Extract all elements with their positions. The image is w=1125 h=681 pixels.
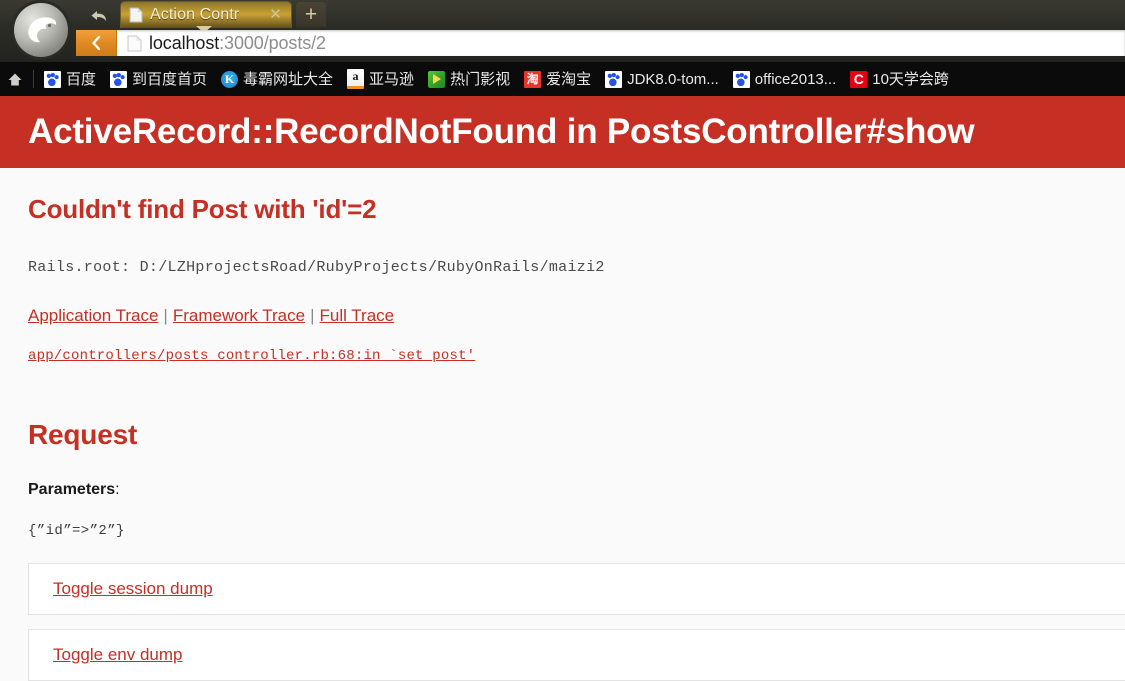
bookmark-label: 热门影视 bbox=[450, 70, 511, 88]
new-tab-button[interactable]: + bbox=[296, 2, 326, 27]
bookmark-item-amazon[interactable]: a 亚马逊 bbox=[340, 62, 421, 96]
application-trace-link[interactable]: Application Trace bbox=[28, 306, 158, 325]
bookmark-item-baidu-home[interactable]: 到百度首页 bbox=[103, 62, 214, 96]
bookmark-item-taobao[interactable]: 淘 爱淘宝 bbox=[517, 62, 598, 96]
address-bar[interactable]: localhost:3000/posts/2 bbox=[76, 30, 1125, 56]
plus-icon: + bbox=[304, 3, 318, 26]
bookmark-label: JDK8.0-tom... bbox=[627, 70, 719, 88]
bookmark-label: 毒霸网址大全 bbox=[243, 70, 334, 88]
toggle-session-dump-link[interactable]: Toggle session dump bbox=[53, 579, 213, 599]
request-section-title: Request bbox=[28, 419, 138, 450]
trace-file-link[interactable]: app/controllers/posts_controller.rb:68:i… bbox=[28, 348, 475, 364]
back-arrow-button[interactable] bbox=[84, 4, 114, 28]
bookmarks-bar: 百度 到百度首页 K 毒霸网址大全 a 亚马逊 热门影视 淘 爱淘宝 JDK8.… bbox=[0, 62, 1125, 96]
bookmark-label: 亚马逊 bbox=[369, 70, 415, 88]
env-dump-box: Toggle env dump bbox=[28, 629, 1125, 681]
bookmark-item-duba[interactable]: K 毒霸网址大全 bbox=[214, 62, 340, 96]
cctalk-c-icon: C bbox=[850, 70, 868, 88]
browser-logo bbox=[4, 0, 78, 60]
bookmark-label: 10天学会跨 bbox=[872, 70, 949, 88]
url-path: :3000/posts/2 bbox=[219, 32, 326, 53]
toggle-env-dump-link[interactable]: Toggle env dump bbox=[53, 645, 182, 665]
trace-line: app/controllers/posts_controller.rb:68:i… bbox=[28, 326, 1097, 364]
address-back-button[interactable] bbox=[76, 30, 117, 56]
bookmark-label: office2013... bbox=[754, 70, 837, 88]
framework-trace-link[interactable]: Framework Trace bbox=[173, 306, 305, 325]
taobao-icon: 淘 bbox=[524, 70, 542, 88]
bookmark-home-button[interactable] bbox=[0, 62, 30, 96]
kingsoft-k-icon: K bbox=[221, 70, 239, 88]
rails-error-page: ActiveRecord::RecordNotFound in PostsCon… bbox=[0, 96, 1125, 681]
cheetah-browser-logo-icon bbox=[14, 3, 68, 57]
bookmark-item-video[interactable]: 热门影视 bbox=[421, 62, 517, 96]
address-url[interactable]: localhost:3000/posts/2 bbox=[149, 33, 326, 54]
address-favicon-icon bbox=[127, 35, 142, 51]
baidu-paw-icon bbox=[732, 70, 750, 88]
bookmark-label: 百度 bbox=[66, 70, 97, 88]
bookmark-item-baidu[interactable]: 百度 bbox=[37, 62, 103, 96]
parameters-label-text: Parameters bbox=[28, 481, 116, 498]
browser-tab[interactable]: Action Contr ✕ bbox=[120, 1, 292, 28]
trace-divider: | bbox=[163, 306, 168, 325]
parameters-label: Parameters: bbox=[28, 451, 1097, 499]
baidu-paw-icon bbox=[605, 70, 623, 88]
error-message: Couldn't find Post with 'id'=2 bbox=[28, 194, 377, 224]
back-arrow-icon bbox=[91, 11, 106, 21]
bookmark-item-office[interactable]: office2013... bbox=[726, 62, 843, 96]
home-icon bbox=[8, 73, 22, 85]
parameters-value: {”id”=>”2”} bbox=[28, 523, 125, 539]
amazon-icon: a bbox=[347, 69, 365, 89]
full-trace-link[interactable]: Full Trace bbox=[320, 306, 395, 325]
session-dump-box: Toggle session dump bbox=[28, 563, 1125, 615]
chevron-left-icon bbox=[91, 35, 100, 51]
bookmark-item-cctalk[interactable]: C 10天学会跨 bbox=[843, 62, 956, 96]
baidu-paw-icon bbox=[110, 70, 128, 88]
trace-divider: | bbox=[310, 306, 315, 325]
video-play-icon bbox=[428, 70, 446, 88]
bookmark-label: 爱淘宝 bbox=[546, 70, 592, 88]
error-page-body: Couldn't find Post with 'id'=2 Rails.roo… bbox=[0, 168, 1125, 681]
rails-root-path: Rails.root: D:/LZHprojectsRoad/RubyProje… bbox=[28, 259, 605, 276]
bookmark-item-jdk[interactable]: JDK8.0-tom... bbox=[598, 62, 726, 96]
error-header-banner: ActiveRecord::RecordNotFound in PostsCon… bbox=[0, 96, 1125, 168]
browser-chrome: Action Contr ✕ + localhost:3000/posts/2 … bbox=[0, 0, 1125, 96]
error-header-title: ActiveRecord::RecordNotFound in PostsCon… bbox=[28, 112, 975, 151]
tab-title: Action Contr bbox=[150, 6, 240, 23]
parameters-colon: : bbox=[115, 481, 120, 498]
url-host: localhost bbox=[149, 32, 220, 53]
bookmark-divider bbox=[33, 70, 34, 88]
close-icon[interactable]: ✕ bbox=[268, 7, 283, 22]
bookmark-label: 到百度首页 bbox=[132, 70, 208, 88]
baidu-paw-icon bbox=[44, 70, 61, 88]
page-favicon-icon bbox=[129, 7, 143, 23]
trace-links: Application Trace | Framework Trace | Full T… bbox=[28, 276, 1097, 326]
